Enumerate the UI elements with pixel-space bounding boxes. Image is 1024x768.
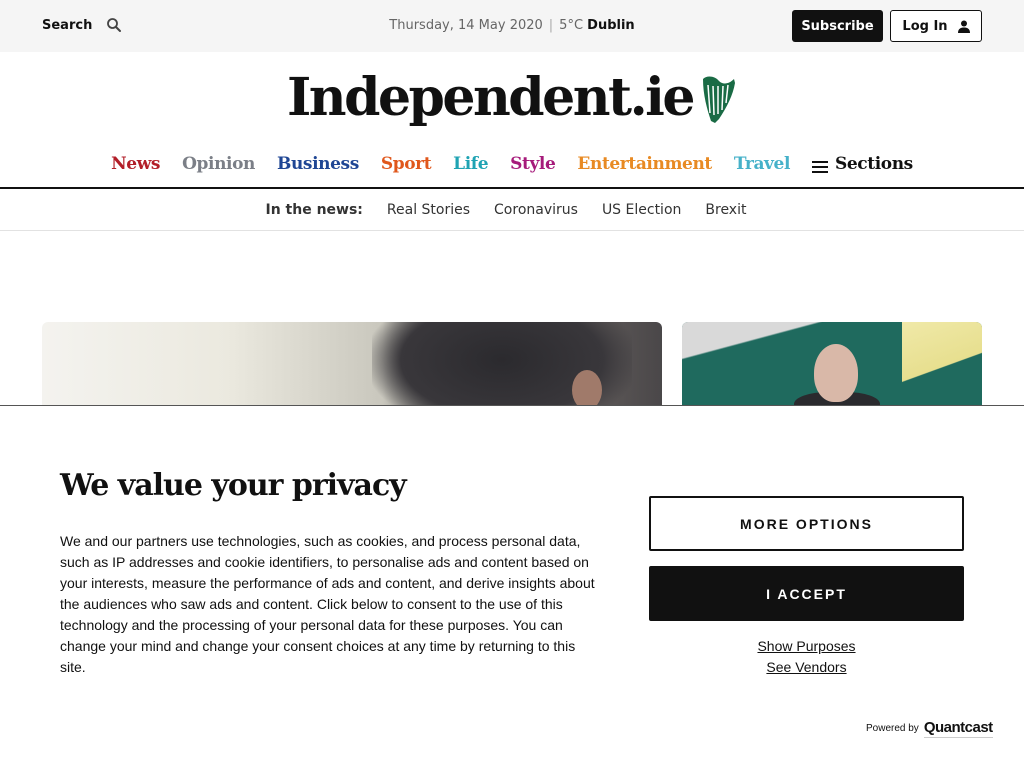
side-story-image[interactable] <box>682 322 982 406</box>
person-icon <box>957 20 970 33</box>
see-vendors-link[interactable]: See Vendors <box>649 659 964 675</box>
temperature: 5°C <box>559 18 584 33</box>
sections-menu-button[interactable]: Sections <box>812 154 913 174</box>
nav-style[interactable]: Style <box>510 154 556 174</box>
in-the-news-bar: In the news: Real Stories Coronavirus US… <box>0 189 1024 231</box>
privacy-consent-dialog: We value your privacy We and our partner… <box>0 405 1024 768</box>
section-nav: News Opinion Business Sport Life Style E… <box>0 150 1024 178</box>
nav-business[interactable]: Business <box>277 154 359 174</box>
nav-entertainment[interactable]: Entertainment <box>577 154 712 174</box>
site-logo[interactable]: Independent.ie <box>287 67 696 128</box>
top-utility-bar: Search Thursday, 14 May 2020 | 5°C Dublin … <box>0 0 1024 52</box>
nav-life[interactable]: Life <box>453 154 488 174</box>
hamburger-icon <box>812 158 829 173</box>
quantcast-logo[interactable]: Quantcast <box>923 719 993 738</box>
news-topic-link[interactable]: Coronavirus <box>494 202 578 218</box>
powered-by-label: Powered by <box>866 723 919 734</box>
nav-news[interactable]: News <box>111 154 160 174</box>
login-label: Log In <box>902 18 948 34</box>
news-topic-link[interactable]: Brexit <box>705 202 746 218</box>
privacy-body: We and our partners use technologies, su… <box>60 533 595 675</box>
nav-travel[interactable]: Travel <box>734 154 791 174</box>
sections-menu-label: Sections <box>835 154 913 174</box>
accept-button[interactable]: I ACCEPT <box>649 566 964 621</box>
news-topic-link[interactable]: US Election <box>602 202 681 218</box>
harp-icon <box>697 73 737 125</box>
nav-opinion[interactable]: Opinion <box>182 154 255 174</box>
masthead[interactable]: Independent.ie <box>0 60 1024 134</box>
subscribe-button[interactable]: Subscribe <box>792 10 883 42</box>
powered-by: Powered by Quantcast <box>866 719 993 738</box>
show-purposes-link[interactable]: Show Purposes <box>649 638 964 654</box>
nav-sport[interactable]: Sport <box>381 154 432 174</box>
lead-story-image[interactable] <box>42 322 662 406</box>
privacy-title: We value your privacy <box>60 468 407 503</box>
in-the-news-label: In the news: <box>265 201 363 218</box>
login-button[interactable]: Log In <box>890 10 982 42</box>
weather-city: Dublin <box>587 18 635 33</box>
current-date: Thursday, 14 May 2020 <box>389 18 543 33</box>
more-options-button[interactable]: MORE OPTIONS <box>649 496 964 551</box>
news-topic-link[interactable]: Real Stories <box>387 202 470 218</box>
